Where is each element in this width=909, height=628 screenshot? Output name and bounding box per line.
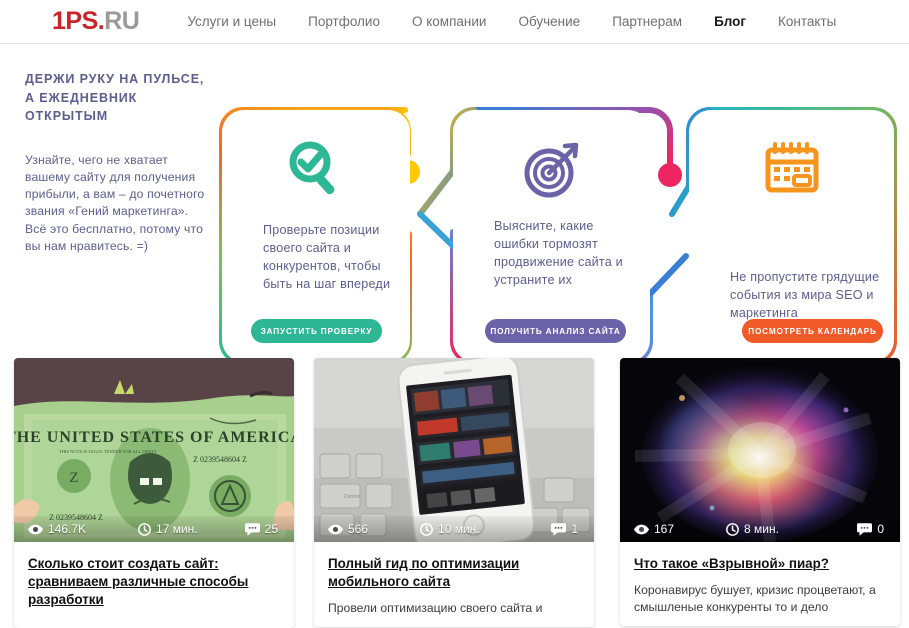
promo-section: ДЕРЖИ РУКУ НА ПУЛЬСЕ, А ЕЖЕДНЕВНИК ОТКРЫ…: [0, 44, 909, 362]
main-navigation: Услуги и цены Портфолио О компании Обуче…: [171, 15, 852, 29]
logo-secondary-text: RU: [104, 7, 140, 35]
blog-post-card[interactable]: 167 8 мин. 0 Что такое «Взрывной» пиар? …: [620, 358, 900, 626]
post-readtime-stat: 8 мин.: [726, 522, 779, 536]
nav-item-blog[interactable]: Блог: [698, 15, 762, 29]
post-excerpt: Коронавирус бушует, кризис процветают, а…: [634, 583, 876, 614]
post-stats-bar: 167 8 мин. 0: [620, 516, 900, 542]
post-views-value: 167: [654, 522, 675, 536]
views-icon: [634, 524, 649, 534]
post-comments-stat: 0: [857, 522, 884, 536]
connector-dot-pink-1: [658, 163, 682, 187]
post-stats-bar: 146.7K 17 мин. 25: [14, 516, 294, 542]
blog-post-card[interactable]: Control 566 10 мин. 1 Полный гид по опти…: [314, 358, 594, 628]
calendar-icon: [689, 138, 894, 202]
post-body: Полный гид по оптимизации мобильного сай…: [314, 542, 594, 627]
nav-item-training[interactable]: Обучение: [502, 15, 596, 29]
color-powder-explosion-image: [620, 358, 900, 542]
post-title-link[interactable]: Что такое «Взрывной» пиар?: [634, 555, 886, 573]
post-title-link[interactable]: Полный гид по оптимизации мобильного сай…: [328, 555, 580, 591]
post-comments-value: 0: [877, 522, 884, 536]
svg-text:Z 0239548604 Z: Z 0239548604 Z: [193, 455, 247, 464]
promo-card-check-positions: Проверьте позиции своего сайта и конкуре…: [222, 110, 410, 362]
nav-item-contacts[interactable]: Контакты: [762, 15, 852, 29]
site-logo[interactable]: 1PS.RU: [52, 7, 140, 35]
post-body: Сколько стоит создать сайт: сравниваем р…: [14, 542, 294, 628]
post-readtime-value: 8 мин.: [744, 522, 779, 536]
clock-icon: [420, 522, 433, 536]
nav-item-partners[interactable]: Партнерам: [596, 15, 698, 29]
view-calendar-button[interactable]: ПОСМОТРЕТЬ КАЛЕНДАРЬ: [742, 319, 883, 343]
post-views-stat: 146.7K: [28, 522, 86, 536]
site-header: 1PS.RU Услуги и цены Портфолио О компани…: [0, 0, 909, 44]
svg-text:Z: Z: [69, 470, 78, 486]
promo-card-calendar: Не пропустите грядущие события из мира S…: [689, 110, 894, 362]
comment-icon: [244, 522, 260, 536]
comment-icon: [551, 522, 567, 536]
blog-post-card[interactable]: Z THE UNITED STATES OF AMERICA Z 0239548…: [14, 358, 294, 628]
svg-text:Control: Control: [344, 494, 360, 500]
post-comments-value: 25: [264, 522, 278, 536]
dollar-bill-cartoon-image: Z THE UNITED STATES OF AMERICA Z 0239548…: [14, 358, 294, 542]
clock-icon: [726, 522, 739, 536]
post-comments-value: 1: [571, 522, 578, 536]
promo-title: ДЕРЖИ РУКУ НА ПУЛЬСЕ, А ЕЖЕДНЕВНИК ОТКРЫ…: [25, 72, 205, 123]
post-title-link[interactable]: Сколько стоит создать сайт: сравниваем р…: [28, 555, 280, 609]
promo-card-3-text: Не пропустите грядущие события из мира S…: [730, 270, 880, 320]
views-icon: [28, 524, 43, 534]
post-readtime-value: 17 мин.: [156, 522, 198, 536]
smartphone-on-keyboard-image: Control: [314, 358, 594, 542]
svg-text:THIS NOTE IS LEGAL TENDER FOR: THIS NOTE IS LEGAL TENDER FOR ALL DEBTS: [59, 449, 157, 454]
views-icon: [328, 524, 343, 534]
post-thumbnail[interactable]: Z THE UNITED STATES OF AMERICA Z 0239548…: [14, 358, 294, 542]
post-stats-bar: 566 10 мин. 1: [314, 516, 594, 542]
post-thumbnail[interactable]: Control 566 10 мин. 1: [314, 358, 594, 542]
promo-description: Узнайте, чего не хватает вашему сайту дл…: [25, 152, 205, 254]
comment-icon: [857, 522, 873, 536]
post-body: Что такое «Взрывной» пиар? Коронавирус б…: [620, 542, 900, 626]
promo-intro: ДЕРЖИ РУКУ НА ПУЛЬСЕ, А ЕЖЕДНЕВНИК ОТКРЫ…: [25, 70, 205, 255]
post-views-stat: 167: [634, 522, 674, 536]
post-thumbnail[interactable]: 167 8 мин. 0: [620, 358, 900, 542]
post-readtime-stat: 17 мин.: [138, 522, 198, 536]
post-excerpt: Провели оптимизацию своего сайта и: [328, 601, 543, 616]
logo-primary-text: 1PS.: [52, 7, 105, 35]
post-readtime-stat: 10 мин.: [420, 522, 480, 536]
target-arrow-icon: [453, 138, 650, 202]
promo-card-1-text: Проверьте позиции своего сайта и конкуре…: [263, 223, 391, 291]
post-comments-stat: 1: [551, 522, 578, 536]
magnifier-check-icon: [222, 138, 410, 202]
promo-card-site-analysis: Выясните, какие ошибки тормозят продвиже…: [453, 110, 650, 362]
promo-card-2-text: Выясните, какие ошибки тормозят продвиже…: [494, 219, 623, 287]
post-views-stat: 566: [328, 522, 368, 536]
svg-text:THE UNITED STATES OF AMERICA: THE UNITED STATES OF AMERICA: [14, 429, 294, 446]
get-site-analysis-button[interactable]: ПОЛУЧИТЬ АНАЛИЗ САЙТА: [485, 319, 626, 343]
post-readtime-value: 10 мин.: [438, 522, 480, 536]
start-check-button[interactable]: ЗАПУСТИТЬ ПРОВЕРКУ: [251, 319, 382, 343]
nav-item-portfolio[interactable]: Портфолио: [292, 15, 396, 29]
nav-item-services[interactable]: Услуги и цены: [171, 15, 292, 29]
clock-icon: [138, 522, 151, 536]
post-views-value: 566: [348, 522, 369, 536]
post-views-value: 146.7K: [48, 522, 87, 536]
nav-item-about[interactable]: О компании: [396, 15, 502, 29]
post-comments-stat: 25: [244, 522, 278, 536]
